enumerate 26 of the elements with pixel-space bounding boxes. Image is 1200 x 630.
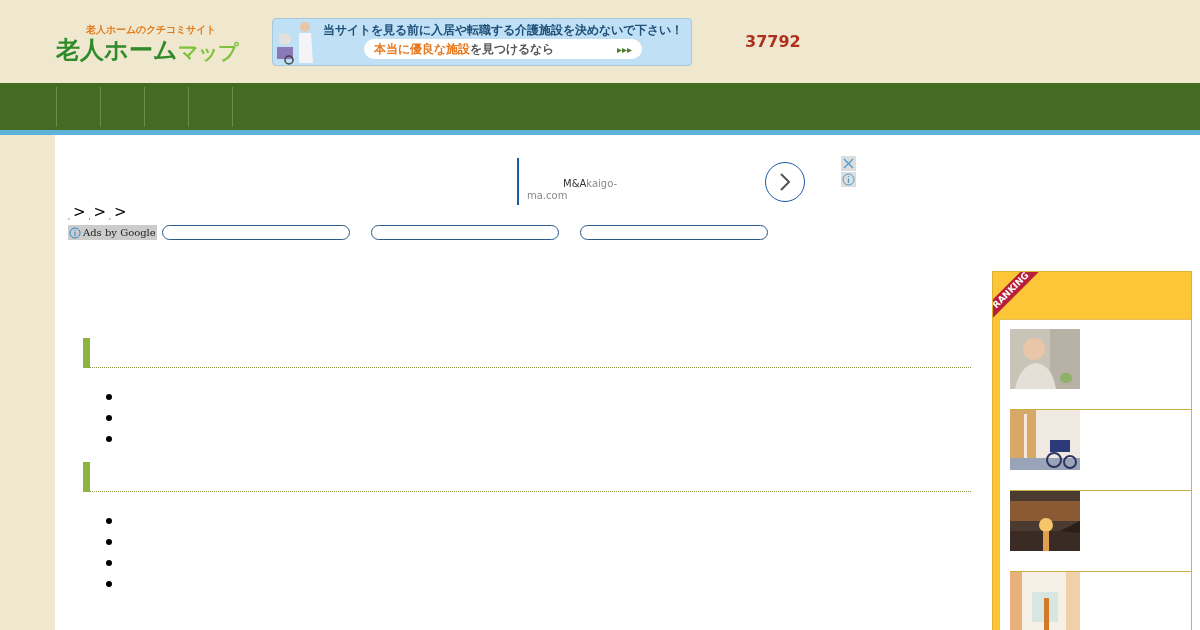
bullet-icon bbox=[106, 581, 112, 587]
banner-headline: 本当に優良な施設を見つけるなら bbox=[374, 41, 554, 58]
logo-tagline: 老人ホームのクチコミサイト bbox=[85, 24, 216, 35]
ad-banner[interactable]: M&Akaigo-ma.com bbox=[517, 158, 807, 205]
bullet-icon bbox=[106, 539, 112, 545]
visitor-counter: 37792 bbox=[745, 30, 801, 53]
logo-accent: マップ bbox=[178, 39, 238, 65]
chevron-right-icon bbox=[779, 173, 791, 191]
bullet-icon bbox=[106, 436, 112, 442]
bullet-icon bbox=[106, 394, 112, 400]
banner-notice: 当サイトを見る前に入居や転職する介護施設を決めないで下さい！ bbox=[323, 24, 683, 36]
bullet-icon bbox=[106, 560, 112, 566]
breadcrumb-separator: > bbox=[113, 205, 127, 220]
logo-title: 老人ホーム bbox=[56, 35, 178, 65]
heading-marker bbox=[83, 338, 90, 368]
ads-by-google-label[interactable]: Ads by Google bbox=[68, 225, 157, 240]
bullet-icon bbox=[106, 518, 112, 524]
breadcrumb-separator: > bbox=[72, 205, 86, 220]
banner-arrows: ▸▸▸ bbox=[616, 42, 632, 57]
site-logo[interactable]: 老人ホームのクチコミサイト 老人ホームマップ bbox=[56, 18, 260, 65]
ad-text: M&Akaigo-ma.com bbox=[527, 178, 619, 203]
heading-marker bbox=[83, 462, 90, 492]
breadcrumb-separator: > bbox=[93, 205, 106, 220]
bullet-icon bbox=[106, 415, 112, 421]
banner[interactable]: 当サイトを見る前に入居や転職する介護施設を決めないで下さい！ 本当に優良な施設を見つけるなら ▸▸▸ bbox=[272, 17, 692, 66]
info-icon bbox=[69, 226, 81, 239]
